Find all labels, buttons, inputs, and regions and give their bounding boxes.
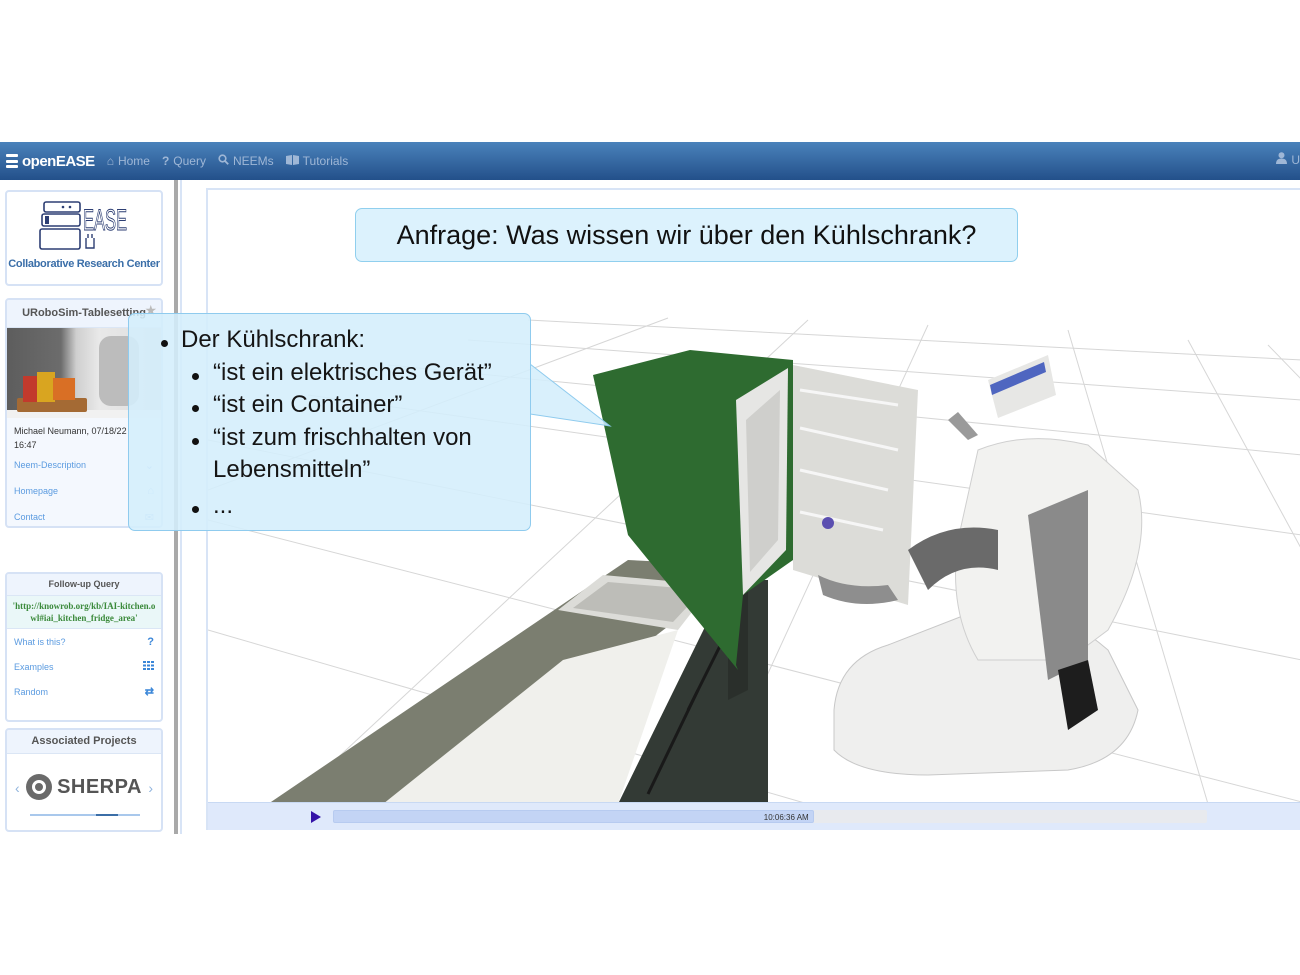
answer-item: “ist ein elektrisches Gerät” [192,359,492,387]
contact-label: Contact [14,512,46,522]
timeline-progress: 10:06:36 AM [333,810,814,823]
answer-heading-text: Der Kühlschrank: [181,326,366,353]
play-icon[interactable] [311,811,321,823]
fridge-shelves [793,365,918,605]
bullet [161,340,168,347]
nav-tutorials[interactable]: Tutorials [285,154,349,168]
nav-query[interactable]: ? Query [162,154,206,168]
user-menu[interactable]: U [1276,152,1300,167]
followup-query-text[interactable]: 'http://knowrob.org/kb/IAI-kitchen.owl#i… [7,596,161,629]
nav-neems[interactable]: NEEMs [218,154,274,168]
query-callout: Anfrage: Was wissen wir über den Kühlsch… [355,208,1018,262]
nav-home[interactable]: ⌂ Home [107,154,150,168]
answer-item-text: “ist ein elektrisches Gerät” [213,359,492,386]
brand-label: openEASE [22,152,95,170]
examples-link[interactable]: Examples [7,654,161,679]
brand[interactable]: openEASE [6,153,95,170]
followup-title: Follow-up Query [7,574,161,596]
answer-callout: Der Kühlschrank: “ist ein elektrisches G… [128,313,531,531]
nav-query-label: Query [173,154,206,168]
sherpa-emblem-icon [26,774,53,800]
user-icon [1276,152,1288,167]
ease-wordmark: EASE [83,204,127,237]
user-label: U [1291,152,1300,167]
bullet [192,506,199,513]
projects-title: Associated Projects [7,730,161,754]
search-icon [218,154,229,168]
answer-item: “ist zum frischhalten von [192,424,472,452]
home-icon: ⌂ [106,154,114,168]
database-icon [6,154,18,168]
question-icon: ? [147,635,154,648]
random-link[interactable]: Random ⇄ [7,679,161,704]
followup-query-card: Follow-up Query 'http://knowrob.org/kb/I… [5,572,163,722]
bullet [192,438,199,445]
ease-logo-card[interactable]: EASE Collaborative Research Center [5,190,163,286]
examples-label: Examples [14,661,54,672]
question-icon: ? [161,154,170,168]
answer-heading: Der Kühlschrank: [161,326,366,354]
projects-carousel: ‹ SHERPA › [7,754,161,830]
what-is-this-link[interactable]: What is this? ? [7,629,161,654]
shuffle-icon: ⇄ [144,686,154,698]
ease-caption: Collaborative Research Center [8,258,160,270]
sherpa-logo[interactable]: SHERPA [26,774,142,800]
nav-tutorials-label: Tutorials [302,154,349,168]
timeline-bar: 10:06:36 AM [208,802,1300,830]
nav-home-label: Home [117,154,150,168]
bullet [192,373,199,380]
answer-item-text: Lebensmitteln” [213,456,371,483]
chevron-left-icon[interactable]: ‹ [15,780,20,796]
answer-item-text: “ist zum frischhalten von [213,424,472,451]
neem-description-label: Neem-Description [14,460,87,470]
carousel-indicator[interactable] [30,814,140,816]
book-icon [285,154,299,168]
navbar: openEASE ⌂ Home ? Query NEEMs Tutorials [0,142,1300,180]
answer-item: ... [192,492,234,520]
random-label: Random [14,686,49,697]
bullet [192,405,199,412]
nav-neems-label: NEEMs [232,154,274,168]
timeline-track[interactable]: 10:06:36 AM [333,810,1207,823]
ease-logo: EASE [39,200,129,256]
homepage-label: Homepage [14,486,59,496]
answer-item-text: ... [213,492,234,519]
timeline-time: 10:06:36 AM [763,813,809,822]
grid-icon [143,660,154,673]
chevron-right-icon[interactable]: › [148,780,153,796]
what-is-this-label: What is this? [14,636,66,647]
associated-projects-card: Associated Projects ‹ SHERPA › [5,728,163,832]
answer-callout-tail [530,364,612,427]
answer-item-text: “ist ein Container” [213,391,403,418]
answer-item-continuation: Lebensmitteln” [213,456,370,484]
answer-item: “ist ein Container” [192,391,403,419]
query-callout-text: Anfrage: Was wissen wir über den Kühlsch… [396,219,977,250]
sherpa-label: SHERPA [57,775,142,798]
